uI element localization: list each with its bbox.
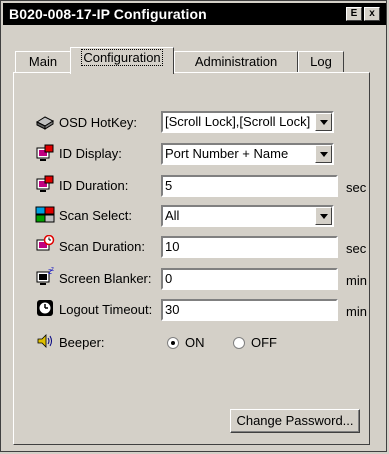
change-password-button[interactable]: Change Password... (230, 409, 360, 433)
id-display-label: ID Display: (59, 146, 122, 161)
keyboard-icon (35, 116, 55, 130)
scan-select-value: All (165, 208, 180, 223)
speaker-icon (37, 334, 52, 348)
beeper-off-radio[interactable] (233, 337, 245, 349)
id-duration-icon (36, 175, 54, 192)
osd-hotkey-value: [Scroll Lock],[Scroll Lock] (165, 114, 311, 129)
scan-select-select[interactable]: All (161, 205, 334, 227)
scan-duration-input[interactable]: 10 (161, 236, 338, 258)
chevron-down-icon[interactable] (315, 207, 332, 225)
logout-timeout-label: Logout Timeout: (59, 302, 153, 317)
logout-timeout-input[interactable]: 30 (161, 299, 338, 321)
scan-select-label: Scan Select: (59, 208, 132, 223)
screen-blanker-label: Screen Blanker: (59, 271, 152, 286)
beeper-off-label[interactable]: OFF (251, 335, 277, 350)
chevron-down-icon[interactable] (315, 145, 332, 163)
scan-duration-unit: sec (346, 241, 367, 256)
screen-blanker-input[interactable]: 0 (161, 268, 338, 290)
id-display-icon (36, 144, 54, 161)
chevron-down-icon[interactable] (315, 113, 332, 131)
beeper-label: Beeper: (59, 335, 105, 350)
scan-select-icon (35, 206, 55, 223)
id-duration-input[interactable]: 5 (161, 175, 338, 197)
beeper-on-radio[interactable] (167, 337, 179, 349)
logout-timeout-unit: min (346, 304, 367, 319)
help-button[interactable]: E (346, 7, 362, 21)
clock-icon (37, 300, 53, 316)
scan-duration-label: Scan Duration: (59, 239, 145, 254)
beeper-on-label[interactable]: ON (185, 335, 205, 350)
id-display-select[interactable]: Port Number + Name (161, 143, 334, 165)
config-window: B020-008-17-IP Configuration E x Main Co… (0, 0, 387, 452)
id-display-value: Port Number + Name (165, 146, 289, 161)
tab-log[interactable]: Log (298, 51, 344, 73)
tab-main-label: Main (28, 54, 58, 69)
window-title: B020-008-17-IP Configuration (9, 6, 207, 22)
osd-hotkey-select[interactable]: [Scroll Lock],[Scroll Lock] (161, 111, 334, 133)
scan-duration-icon (36, 235, 55, 251)
tab-log-label: Log (310, 54, 332, 69)
screen-blanker-unit: min (346, 273, 367, 288)
tab-administration-label: Administration (194, 54, 278, 69)
tab-main[interactable]: Main (15, 51, 71, 73)
osd-hotkey-label: OSD HotKey: (59, 115, 138, 130)
tab-configuration[interactable]: Configuration (70, 47, 174, 74)
tab-configuration-label: Configuration (81, 49, 163, 66)
title-bar: B020-008-17-IP Configuration E x (3, 3, 386, 25)
id-duration-unit: sec (346, 180, 367, 195)
svg-text:z: z (51, 267, 54, 273)
close-button[interactable]: x (364, 7, 380, 21)
tab-administration[interactable]: Administration (174, 51, 298, 73)
screen-blanker-icon: z z (36, 267, 54, 285)
id-duration-label: ID Duration: (59, 178, 129, 193)
